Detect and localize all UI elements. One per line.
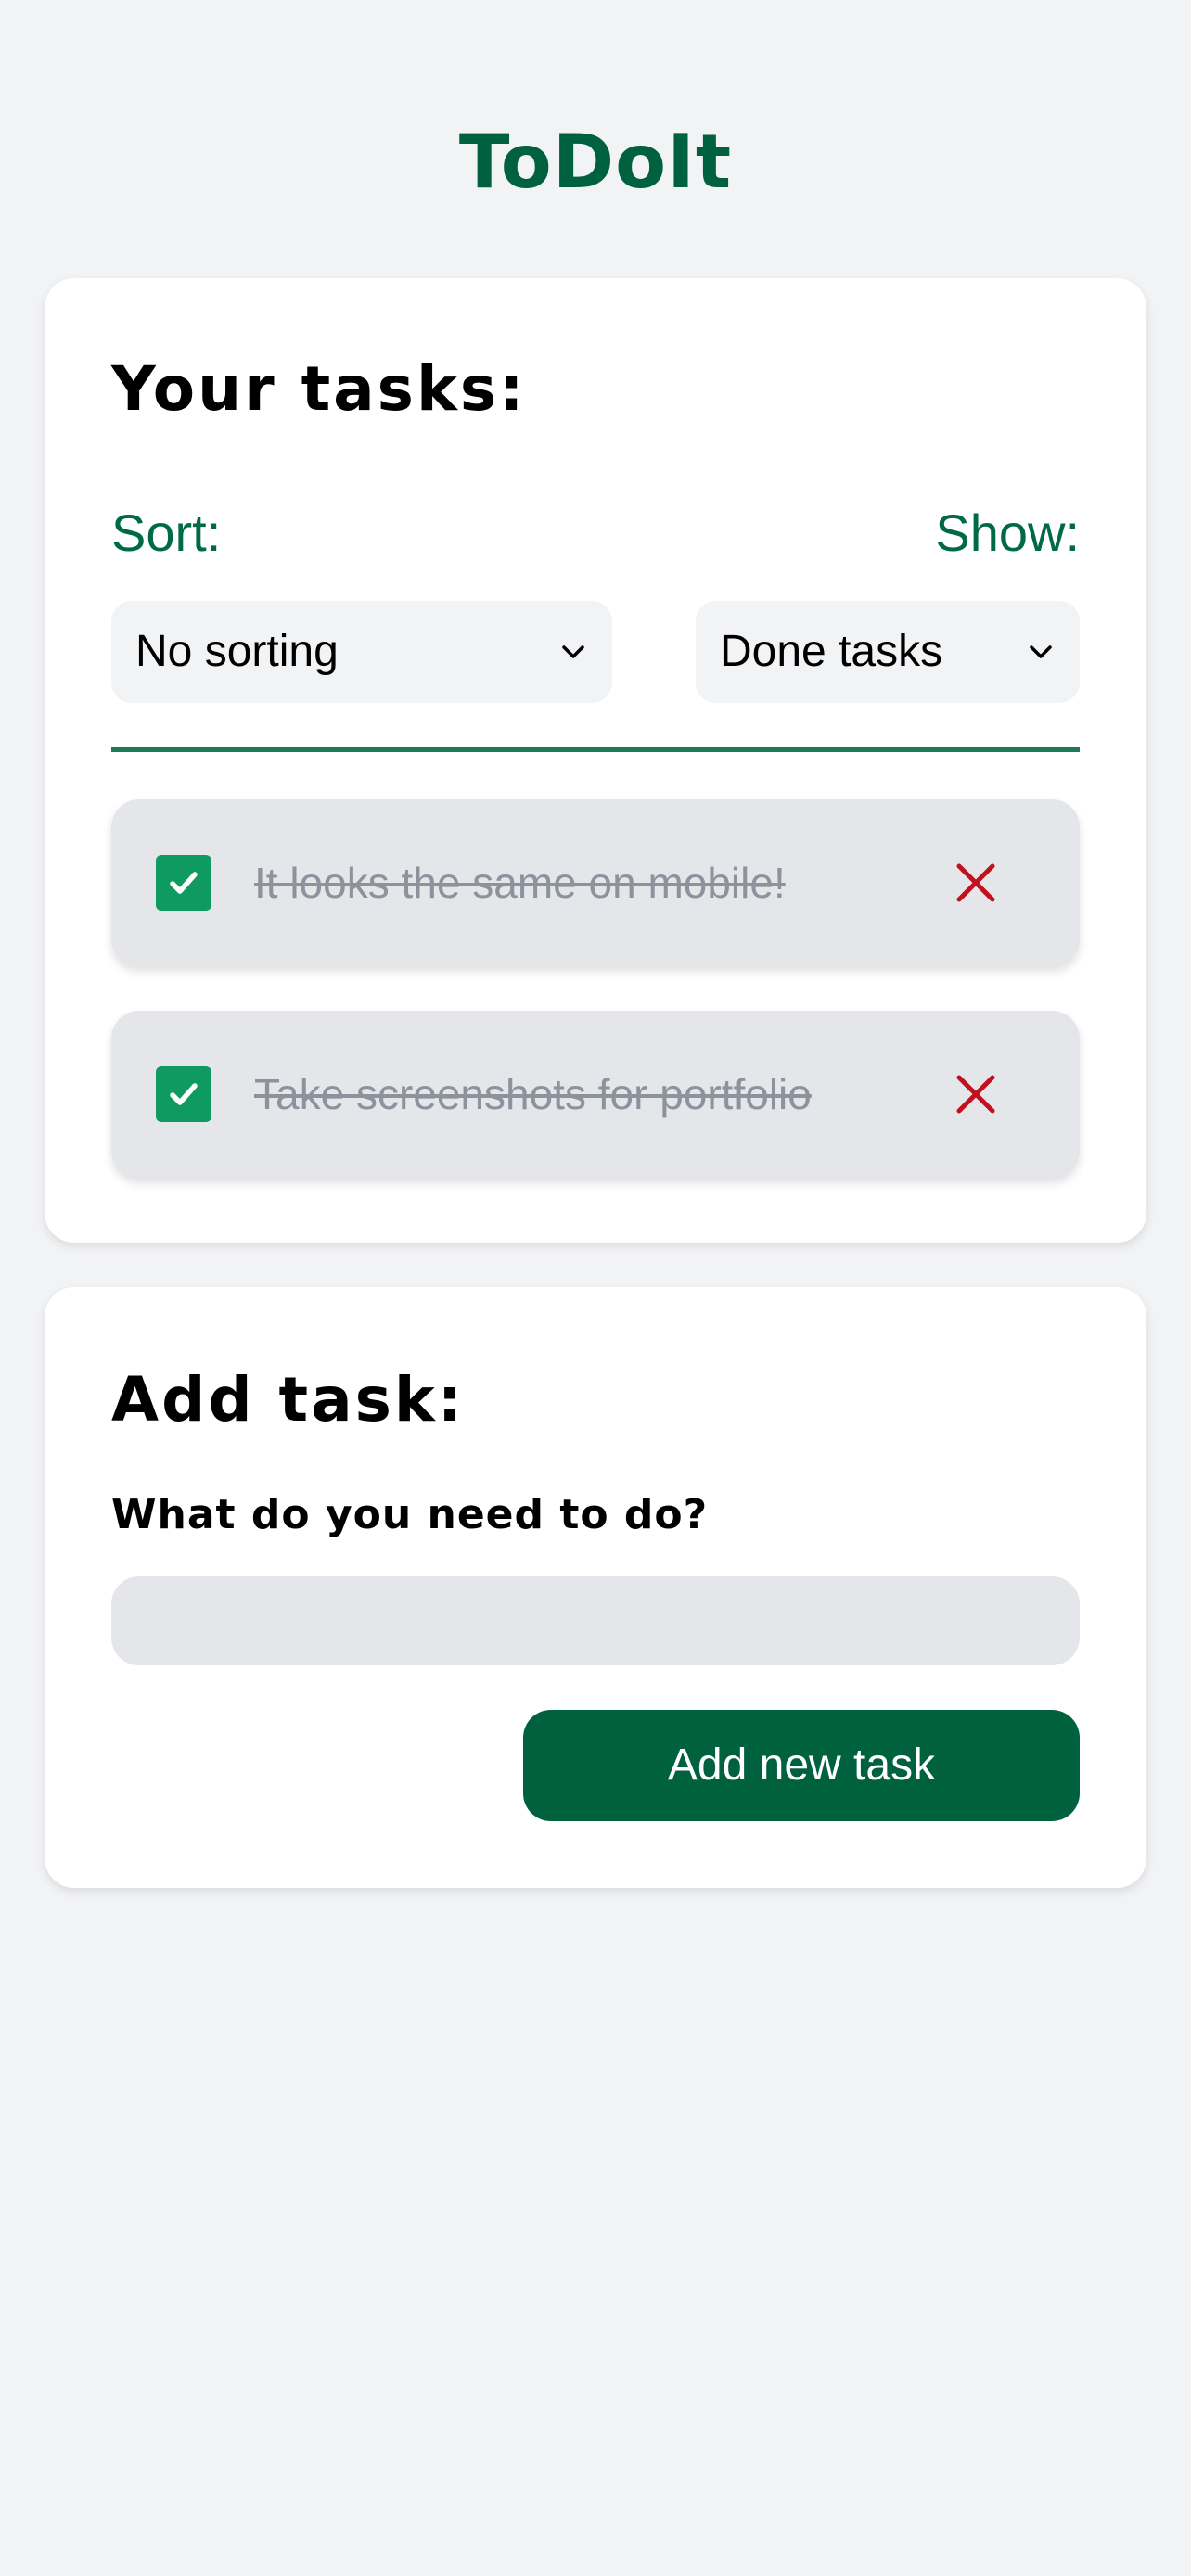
tasks-card: Your tasks: Sort: Show: No sorting Done … (45, 278, 1146, 1243)
add-task-card: Add task: What do you need to do? Add ne… (45, 1287, 1146, 1888)
delete-task-button[interactable] (952, 859, 1000, 907)
close-icon (956, 863, 995, 902)
add-task-button[interactable]: Add new task (523, 1710, 1080, 1821)
add-task-heading: Add task: (111, 1364, 466, 1435)
task-input[interactable] (111, 1576, 1080, 1665)
sort-label: Sort: (111, 504, 222, 562)
close-icon (956, 1075, 995, 1114)
task-text: Take screenshots for portfolio (254, 1070, 812, 1118)
show-select[interactable]: Done tasks (696, 601, 1080, 703)
sort-select[interactable]: No sorting (111, 601, 612, 703)
task-field-label: What do you need to do? (111, 1491, 709, 1538)
check-icon (170, 872, 198, 894)
chevron-down-icon (1026, 601, 1056, 703)
chevron-down-icon (558, 601, 588, 703)
check-icon (170, 1083, 198, 1105)
show-label: Show: (935, 504, 1080, 562)
show-select-value: Done tasks (720, 627, 943, 676)
tasks-heading: Your tasks: (111, 353, 527, 425)
task-item: Take screenshots for portfolio (111, 1011, 1080, 1178)
task-item: It looks the same on mobile! (111, 799, 1080, 966)
task-checkbox[interactable] (156, 855, 211, 911)
delete-task-button[interactable] (952, 1070, 1000, 1118)
app-title: ToDoIt (458, 119, 733, 205)
task-text: It looks the same on mobile! (254, 859, 786, 907)
task-checkbox[interactable] (156, 1066, 211, 1122)
divider (111, 747, 1080, 752)
sort-select-value: No sorting (135, 627, 339, 676)
